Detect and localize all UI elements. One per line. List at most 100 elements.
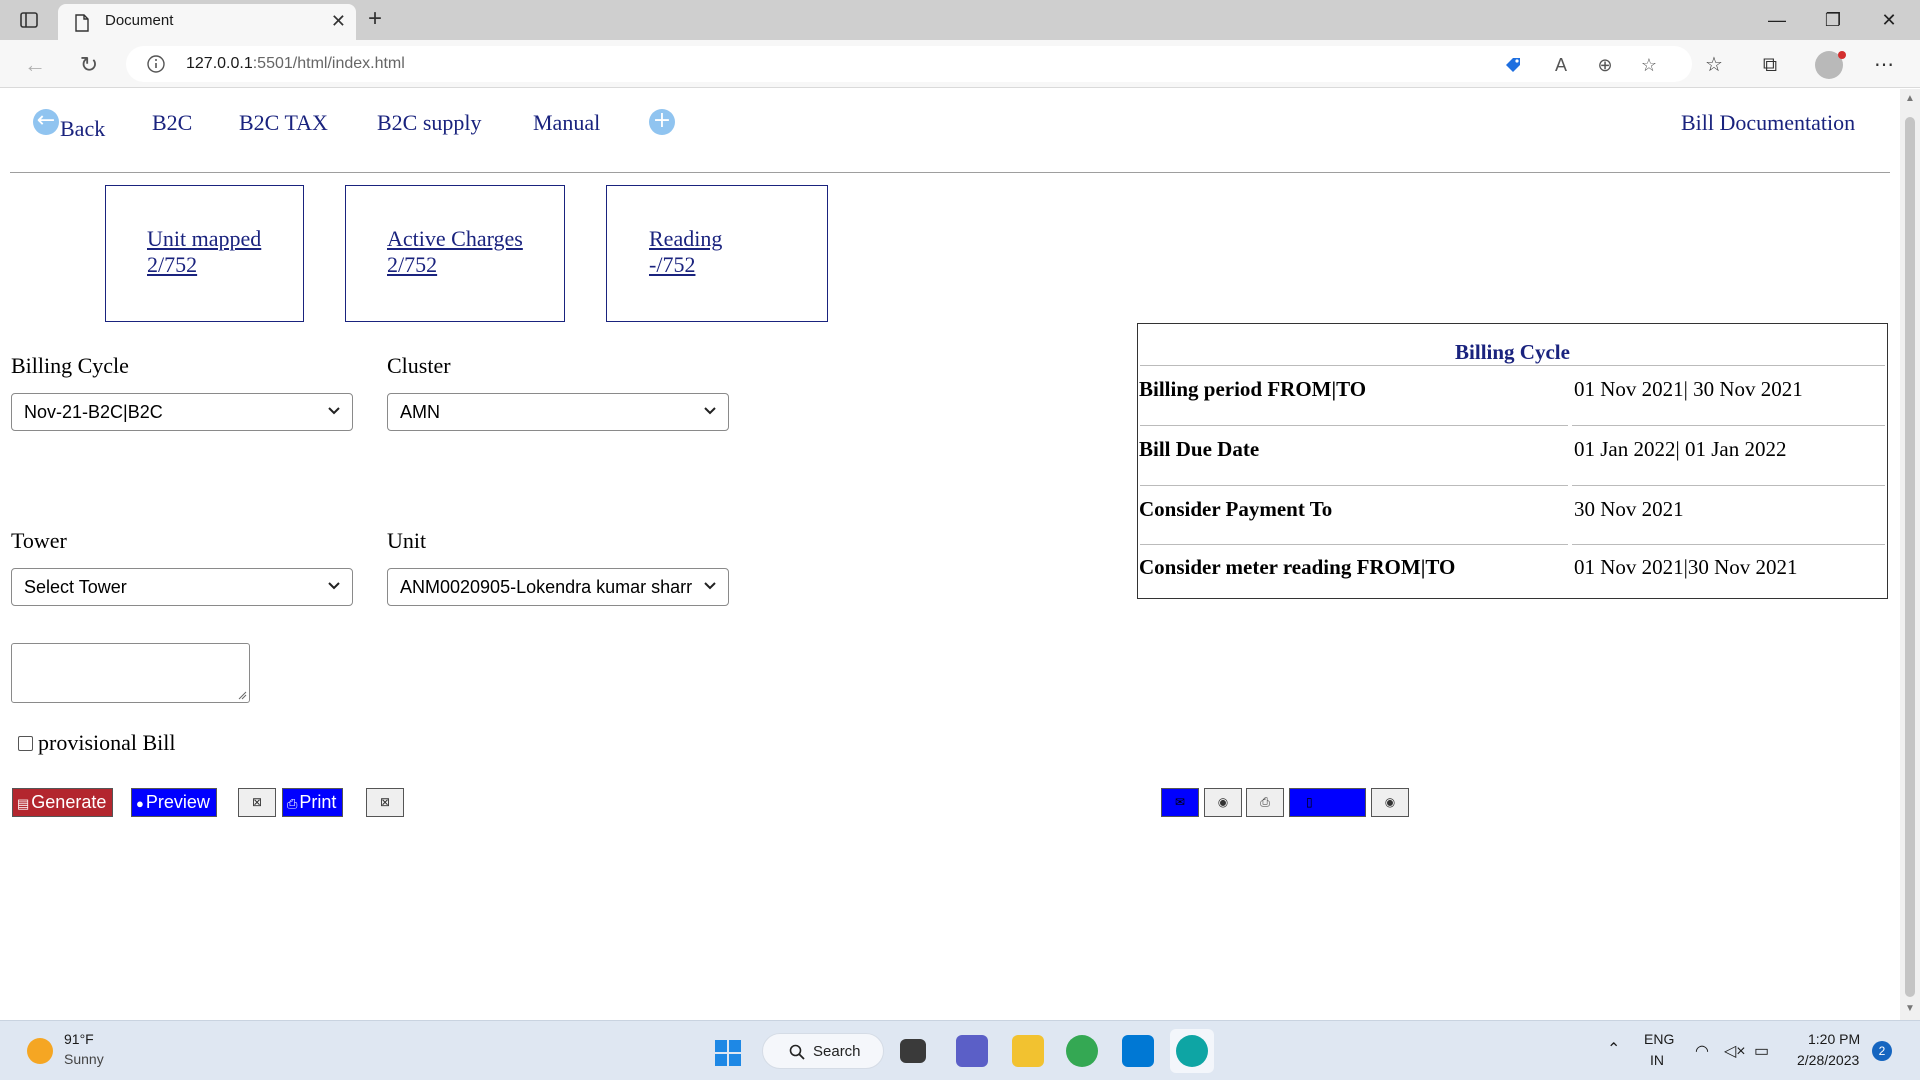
envelope-button[interactable]: ✉ [1161,788,1199,817]
scroll-down-icon[interactable]: ▼ [1905,1003,1915,1014]
browser-tab-bar: Document ✕ + — ❐ ✕ [0,0,1920,40]
billing-cycle-table-title: Billing Cycle [1455,340,1570,364]
table-row-key: Consider Payment To [1139,497,1333,521]
view-button[interactable]: ◉ [1204,788,1242,817]
add-circle-icon[interactable]: + [649,109,675,135]
info-icon[interactable] [146,54,166,74]
speaker-muted-icon[interactable]: ◁× [1724,1041,1746,1061]
url-host: 127.0.0.1 [186,55,253,72]
mobile-icon: ▯ [1306,795,1313,809]
scrollbar-thumb[interactable] [1905,117,1915,997]
plus-icon[interactable]: + [368,6,382,32]
card-title: Unit mapped [147,226,262,251]
add-favorite-icon[interactable]: ☆ [1638,54,1660,76]
table-row: Consider meter reading FROM|TO 01 Nov 20… [1138,544,1887,584]
back-arrow-icon[interactable]: ← [22,52,48,78]
zoom-icon[interactable]: ⊕ [1594,54,1616,76]
generate-button[interactable]: ▤ Generate [12,788,114,817]
unit-label: Unit [387,528,427,553]
nav-link-manual[interactable]: Manual [533,110,600,136]
nav-link-b2c[interactable]: B2C [152,110,192,136]
provisional-bill-label: provisional Bill [38,730,176,755]
table-row-key: Bill Due Date [1139,437,1260,461]
preview-button[interactable]: ● Preview [131,788,217,817]
battery-icon[interactable]: ▭ [1754,1041,1769,1061]
table-row: Bill Due Date 01 Jan 2022| 01 Jan 2022 [1138,426,1887,466]
tab-actions-icon[interactable] [18,9,40,31]
nav-link-bill-documentation[interactable]: Bill Documentation [1681,110,1855,136]
card-reading: Reading -/752 [606,185,828,322]
cluster-label: Cluster [387,353,451,378]
resize-grip-icon[interactable] [237,690,247,700]
mobile-button[interactable]: ▯ [1289,788,1366,817]
vscode-icon[interactable] [1122,1035,1154,1067]
close-square-icon: ⊠ [251,795,263,809]
back-arrow-circle-icon[interactable]: ← [33,109,59,135]
more-icon[interactable]: ⋯ [1871,52,1897,78]
clock-time[interactable]: 1:20 PM [1808,1031,1860,1047]
close-icon[interactable]: ✕ [331,12,346,30]
close-print-button[interactable]: ⊠ [366,788,404,817]
tower-select[interactable]: Select Tower [11,568,353,606]
view-secondary-button[interactable]: ◉ [1371,788,1409,817]
print-label: Print [299,792,337,812]
edge-icon[interactable] [1176,1035,1208,1067]
url-field[interactable]: 127.0.0.1:5501/html/index.html A ⊕ ☆ [126,46,1692,82]
print-button[interactable]: ⎙ Print [282,788,344,817]
cluster-select[interactable]: AMN [387,393,729,431]
billing-cycle-value: Nov-21-B2C|B2C [24,402,163,422]
sun-icon[interactable] [27,1038,53,1064]
minimize-icon[interactable]: — [1754,6,1800,34]
favorites-icon[interactable]: ☆ [1701,52,1727,78]
generate-label: Generate [31,792,107,812]
chevron-up-icon[interactable]: ⌃ [1607,1039,1620,1059]
nav-divider [10,172,1890,173]
close-preview-button[interactable]: ⊠ [238,788,276,817]
nav-back-link[interactable]: Back [60,116,105,142]
card-value: -/752 [649,252,696,277]
remarks-textarea[interactable] [11,643,250,703]
taskbar-search[interactable]: Search [762,1033,884,1069]
card-reading-link[interactable]: Reading -/752 [649,226,722,278]
chrome-icon[interactable] [1066,1035,1098,1067]
language-primary[interactable]: ENG [1644,1031,1674,1047]
card-unit-mapped-link[interactable]: Unit mapped 2/752 [147,226,261,278]
windows-start-icon[interactable] [714,1039,742,1067]
read-aloud-icon[interactable]: A [1550,54,1572,76]
page-scrollbar[interactable]: ▲ ▼ [1900,89,1920,1020]
browser-tab[interactable]: Document ✕ [58,4,356,40]
table-row: Consider Payment To 30 Nov 2021 [1138,486,1887,526]
print-small-button[interactable]: ⎙ [1246,788,1284,817]
print-icon: ⎙ [287,796,298,811]
nav-link-b2c-tax[interactable]: B2C TAX [239,110,328,136]
unit-select[interactable]: ANM0020905-Lokendra kumar sharr [387,568,729,606]
scroll-up-icon[interactable]: ▲ [1905,93,1915,104]
table-row-value: 01 Jan 2022| 01 Jan 2022 [1574,437,1787,461]
clock-date[interactable]: 2/28/2023 [1797,1052,1859,1068]
close-square-icon: ⊠ [379,795,391,809]
nav-link-b2c-supply[interactable]: B2C supply [377,110,482,136]
refresh-icon[interactable]: ↻ [76,52,102,78]
file-explorer-icon[interactable] [1012,1035,1044,1067]
task-view-icon[interactable] [900,1039,926,1063]
wifi-icon[interactable]: ◠ [1695,1041,1709,1061]
preview-label: Preview [145,792,210,812]
weather-temperature: 91°F [64,1031,94,1047]
url-path: :5501/html/index.html [252,55,405,72]
windows-taskbar: 91°F Sunny Search ⌃ ENG IN ◠ ◁× ▭ 1:20 P… [0,1020,1920,1080]
chevron-down-icon [704,407,716,415]
restore-icon[interactable]: ❐ [1810,6,1856,34]
address-bar-row: ← ↻ 127.0.0.1:5501/html/index.html A ⊕ ☆… [0,40,1920,88]
billing-cycle-select[interactable]: Nov-21-B2C|B2C [11,393,353,431]
tower-label: Tower [11,528,67,553]
teams-chat-icon[interactable] [956,1035,988,1067]
close-window-icon[interactable]: ✕ [1866,6,1912,34]
collections-icon[interactable]: ⧉ [1757,52,1783,78]
language-secondary[interactable]: IN [1650,1052,1664,1068]
card-active-charges-link[interactable]: Active Charges 2/752 [387,226,523,278]
tag-icon[interactable] [1502,54,1524,76]
card-title: Active Charges [387,226,523,251]
provisional-bill-checkbox[interactable] [18,736,33,751]
notification-badge[interactable]: 2 [1872,1041,1892,1061]
eye-icon: ● [136,796,144,811]
